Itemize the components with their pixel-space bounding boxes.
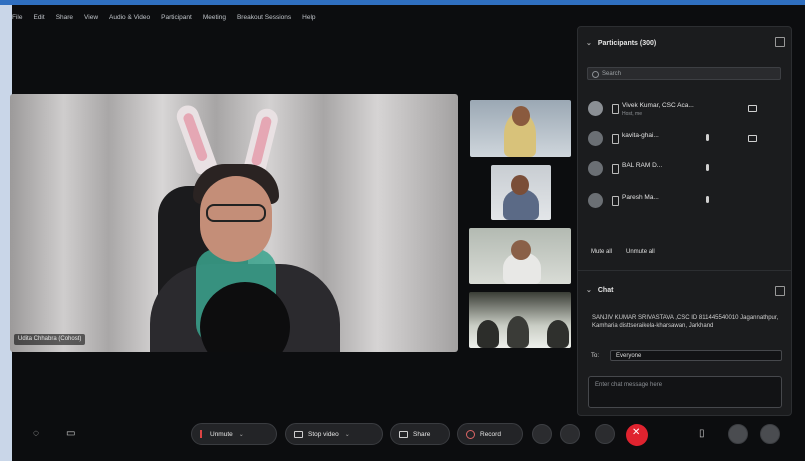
participant-name: Vivek Kumar, CSC Aca... bbox=[622, 102, 694, 109]
chat-input[interactable]: Enter chat message here bbox=[588, 376, 782, 408]
participant-name: BAL RAM D... bbox=[622, 162, 663, 169]
chat-header[interactable]: ⌄ Chat bbox=[586, 286, 613, 294]
participant-thumbnail[interactable] bbox=[470, 100, 571, 157]
menu-audio-video[interactable]: Audio & Video bbox=[109, 14, 150, 28]
glasses bbox=[206, 204, 266, 222]
unmute-button[interactable]: Unmute ⌄ bbox=[191, 423, 277, 445]
menu-view[interactable]: View bbox=[84, 14, 98, 28]
participants-title: Participants (300) bbox=[597, 40, 657, 47]
participant-row[interactable]: kavita-ghai... bbox=[588, 127, 784, 151]
popout-icon[interactable] bbox=[775, 286, 785, 296]
reactions-icon[interactable]: ▭ bbox=[66, 428, 75, 439]
chat-title: Chat bbox=[597, 287, 614, 294]
panel-divider bbox=[578, 270, 791, 271]
stop-video-label: Stop video bbox=[308, 430, 339, 438]
microphone-icon[interactable] bbox=[706, 164, 709, 171]
chat-panel-button[interactable] bbox=[760, 424, 780, 444]
leave-meeting-button[interactable]: ✕ bbox=[626, 424, 648, 446]
popout-icon[interactable] bbox=[775, 37, 785, 47]
participants-header[interactable]: ⌄ Participants (300) bbox=[586, 39, 656, 47]
record-button[interactable]: Record bbox=[457, 423, 523, 445]
participant-name: Paresh Ma... bbox=[622, 194, 659, 201]
camera-icon[interactable] bbox=[748, 135, 757, 142]
share-screen-icon bbox=[399, 430, 408, 438]
share-label: Share bbox=[413, 430, 431, 438]
chevron-down-icon[interactable]: ⌄ bbox=[239, 431, 244, 438]
menu-participant[interactable]: Participant bbox=[161, 14, 192, 28]
camera-icon bbox=[294, 430, 303, 438]
chat-recipient-select[interactable]: Everyone bbox=[610, 350, 782, 361]
device-icon bbox=[612, 134, 619, 144]
phone-icon bbox=[612, 164, 619, 174]
participant-search-input[interactable]: Search bbox=[587, 67, 781, 80]
menu-share[interactable]: Share bbox=[56, 14, 73, 28]
main-video-name-label: Udita Chhabra (Cohost) bbox=[14, 334, 86, 345]
participant-row[interactable]: Paresh Ma... bbox=[588, 189, 784, 213]
captions-icon[interactable]: ◌ bbox=[33, 428, 39, 439]
microphone-muted-icon bbox=[200, 430, 205, 438]
chevron-down-icon: ⌄ bbox=[586, 40, 592, 47]
microphone-icon[interactable] bbox=[706, 134, 709, 141]
participant-search-placeholder: Search bbox=[602, 71, 622, 77]
stop-video-button[interactable]: Stop video ⌄ bbox=[285, 423, 383, 445]
participant-row[interactable]: BAL RAM D... bbox=[588, 157, 784, 181]
menu-breakout-sessions[interactable]: Breakout Sessions bbox=[237, 14, 291, 28]
avatar bbox=[588, 193, 603, 208]
device-icon bbox=[612, 196, 619, 206]
chevron-down-icon: ⌄ bbox=[586, 287, 592, 294]
participant-role: Host, me bbox=[622, 111, 643, 117]
menu-file[interactable]: File bbox=[12, 14, 22, 28]
menu-meeting[interactable]: Meeting bbox=[203, 14, 226, 28]
participant-thumbnail[interactable] bbox=[469, 228, 571, 284]
participant-thumbnail[interactable] bbox=[469, 292, 571, 348]
record-icon bbox=[466, 429, 475, 439]
record-label: Record bbox=[480, 430, 501, 438]
unmute-all-button[interactable]: Unmute all bbox=[626, 249, 655, 255]
phone-icon bbox=[612, 104, 619, 114]
chat-message: SANJIV KUMAR SRIVASTAVA ,CSC ID 81144554… bbox=[592, 315, 779, 329]
side-panel: ⌄ Participants (300) Search Vivek Kumar, … bbox=[577, 26, 792, 416]
avatar bbox=[588, 161, 603, 176]
bunny-ear-left bbox=[173, 102, 219, 176]
more-options-button[interactable] bbox=[595, 424, 615, 444]
menu-bar: File Edit Share View Audio & Video Parti… bbox=[12, 14, 316, 28]
mute-all-button[interactable]: Mute all bbox=[591, 249, 612, 255]
share-button[interactable]: Share bbox=[390, 423, 450, 445]
mute-controls: Mute all Unmute all bbox=[591, 249, 655, 255]
participant-thumbnail[interactable] bbox=[491, 165, 551, 220]
layout-icon[interactable]: ▯ bbox=[699, 428, 705, 439]
unmute-label: Unmute bbox=[210, 430, 233, 438]
microphone-icon[interactable] bbox=[706, 196, 709, 203]
chat-to-label: To: bbox=[591, 353, 600, 359]
reactions-button[interactable] bbox=[532, 424, 552, 444]
camera-icon[interactable] bbox=[748, 105, 757, 112]
main-video-tile[interactable]: Udita Chhabra (Cohost) bbox=[10, 94, 458, 352]
avatar bbox=[588, 131, 603, 146]
avatar bbox=[588, 101, 603, 116]
search-icon bbox=[592, 71, 599, 78]
apps-button[interactable] bbox=[560, 424, 580, 444]
participant-name: kavita-ghai... bbox=[622, 132, 659, 139]
menu-help[interactable]: Help bbox=[302, 14, 315, 28]
chevron-down-icon[interactable]: ⌄ bbox=[345, 431, 350, 438]
menu-edit[interactable]: Edit bbox=[33, 14, 44, 28]
close-icon: ✕ bbox=[632, 427, 641, 438]
participant-row[interactable]: Vivek Kumar, CSC Aca... Host, me bbox=[588, 97, 784, 121]
participants-panel-button[interactable] bbox=[728, 424, 748, 444]
